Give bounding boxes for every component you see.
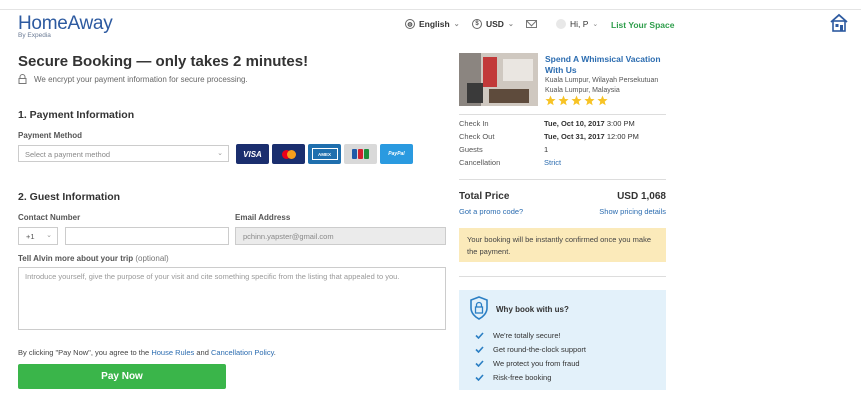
trip-label: Tell Alvin more about your trip (optiona… [18,254,169,263]
contact-number-label: Contact Number [18,213,81,222]
payment-heading: 1. Payment Information [18,109,135,121]
language-selector[interactable]: ◍ English ⌄ [405,19,460,29]
checkmark-icon [475,332,484,339]
house-icon[interactable] [829,13,849,33]
page-title: Secure Booking — only takes 2 minutes! [18,53,309,70]
secure-note-text: We encrypt your payment information for … [34,74,248,84]
secure-note: We encrypt your payment information for … [18,74,248,84]
email-label: Email Address [235,213,291,222]
lock-icon [18,74,27,84]
chevron-down-icon: ⌄ [46,232,52,239]
logo-text: HomeAway [18,13,113,34]
checkmark-icon [475,346,484,353]
why-book-panel: Why book with us? We're totally secure! … [459,290,666,390]
checkmark-icon [475,360,484,367]
star-icon [558,95,569,106]
star-rating [545,95,610,106]
currency-selector[interactable]: $ USD ⌄ [472,19,514,29]
star-icon [584,95,595,106]
property-thumbnail[interactable] [459,53,538,106]
country-code-value: +1 [26,232,35,241]
mail-icon[interactable] [526,20,537,28]
amex-card-icon: AMEX [308,144,341,164]
trip-message-textarea[interactable]: Introduce yourself, give the purpose of … [18,267,446,330]
currency-label: USD [486,19,504,29]
country-code-select[interactable]: +1 ⌄ [18,227,58,245]
checkout-value: Tue, Oct 31, 2017 12:00 PM [544,132,639,141]
why-item: Risk-free booking [475,373,551,382]
property-title-link[interactable]: Spend A Whimsical Vacation With Us [545,54,663,76]
top-divider [0,9,861,10]
property-location: Kuala Lumpur, Wilayah Persekutuan Kuala … [545,77,659,94]
why-item: Get round-the-clock support [475,345,586,354]
paypal-icon: PayPal [380,144,413,164]
user-greeting: Hi, P [570,19,589,29]
agreement-text: By clicking "Pay Now", you agree to the … [18,348,276,357]
checkin-value: Tue, Oct 10, 2017 3:00 PM [544,119,635,128]
jcb-card-icon [344,144,377,164]
property-photo [459,53,538,106]
divider [459,276,666,277]
total-price-label: Total Price [459,191,510,202]
phone-input[interactable] [65,227,229,245]
why-item: We're totally secure! [475,331,561,340]
checkmark-icon [475,374,484,381]
guest-heading: 2. Guest Information [18,191,121,203]
pay-now-button[interactable]: Pay Now [18,364,226,389]
payment-method-placeholder: Select a payment method [25,150,111,159]
checkout-label: Check Out [459,132,495,141]
mastercard-icon [272,144,305,164]
star-icon [597,95,608,106]
payment-method-select[interactable]: Select a payment method ⌄ [18,145,229,162]
cancellation-label: Cancellation [459,158,501,167]
star-icon [545,95,556,106]
pricing-details-link[interactable]: Show pricing details [560,207,666,216]
divider [459,179,666,180]
chevron-down-icon: ⌄ [453,21,460,28]
chevron-down-icon: ⌄ [217,150,223,157]
homeaway-logo[interactable]: HomeAway By Expedia [18,13,113,40]
instant-confirm-notice: Your booking will be instantly confirmed… [459,228,666,262]
shield-lock-icon [470,296,488,320]
house-rules-link[interactable]: House Rules [151,348,194,357]
checkin-label: Check In [459,119,489,128]
payment-method-label: Payment Method [18,131,83,140]
globe-icon: ◍ [405,19,415,29]
chevron-down-icon: ⌄ [592,21,599,28]
dollar-icon: $ [472,19,482,29]
guests-value: 1 [544,145,549,154]
divider [459,114,666,115]
why-item: We protect you from fraud [475,359,580,368]
email-field[interactable]: pchinn.yapster@gmail.com [235,227,446,245]
total-price-value: USD 1,068 [617,191,666,202]
star-icon [571,95,582,106]
cancellation-policy-link[interactable]: Cancellation Policy [211,348,274,357]
guests-label: Guests [459,145,483,154]
promo-code-link[interactable]: Got a promo code? [459,207,523,216]
language-label: English [419,19,450,29]
user-avatar-icon [556,19,566,29]
cancellation-value-link[interactable]: Strict [544,158,561,167]
list-your-space-link[interactable]: List Your Space [611,20,674,30]
visa-card-icon: VISA [236,144,269,164]
user-menu[interactable]: Hi, P ⌄ [556,19,598,29]
why-book-heading: Why book with us? [496,305,569,314]
chevron-down-icon: ⌄ [507,21,514,28]
